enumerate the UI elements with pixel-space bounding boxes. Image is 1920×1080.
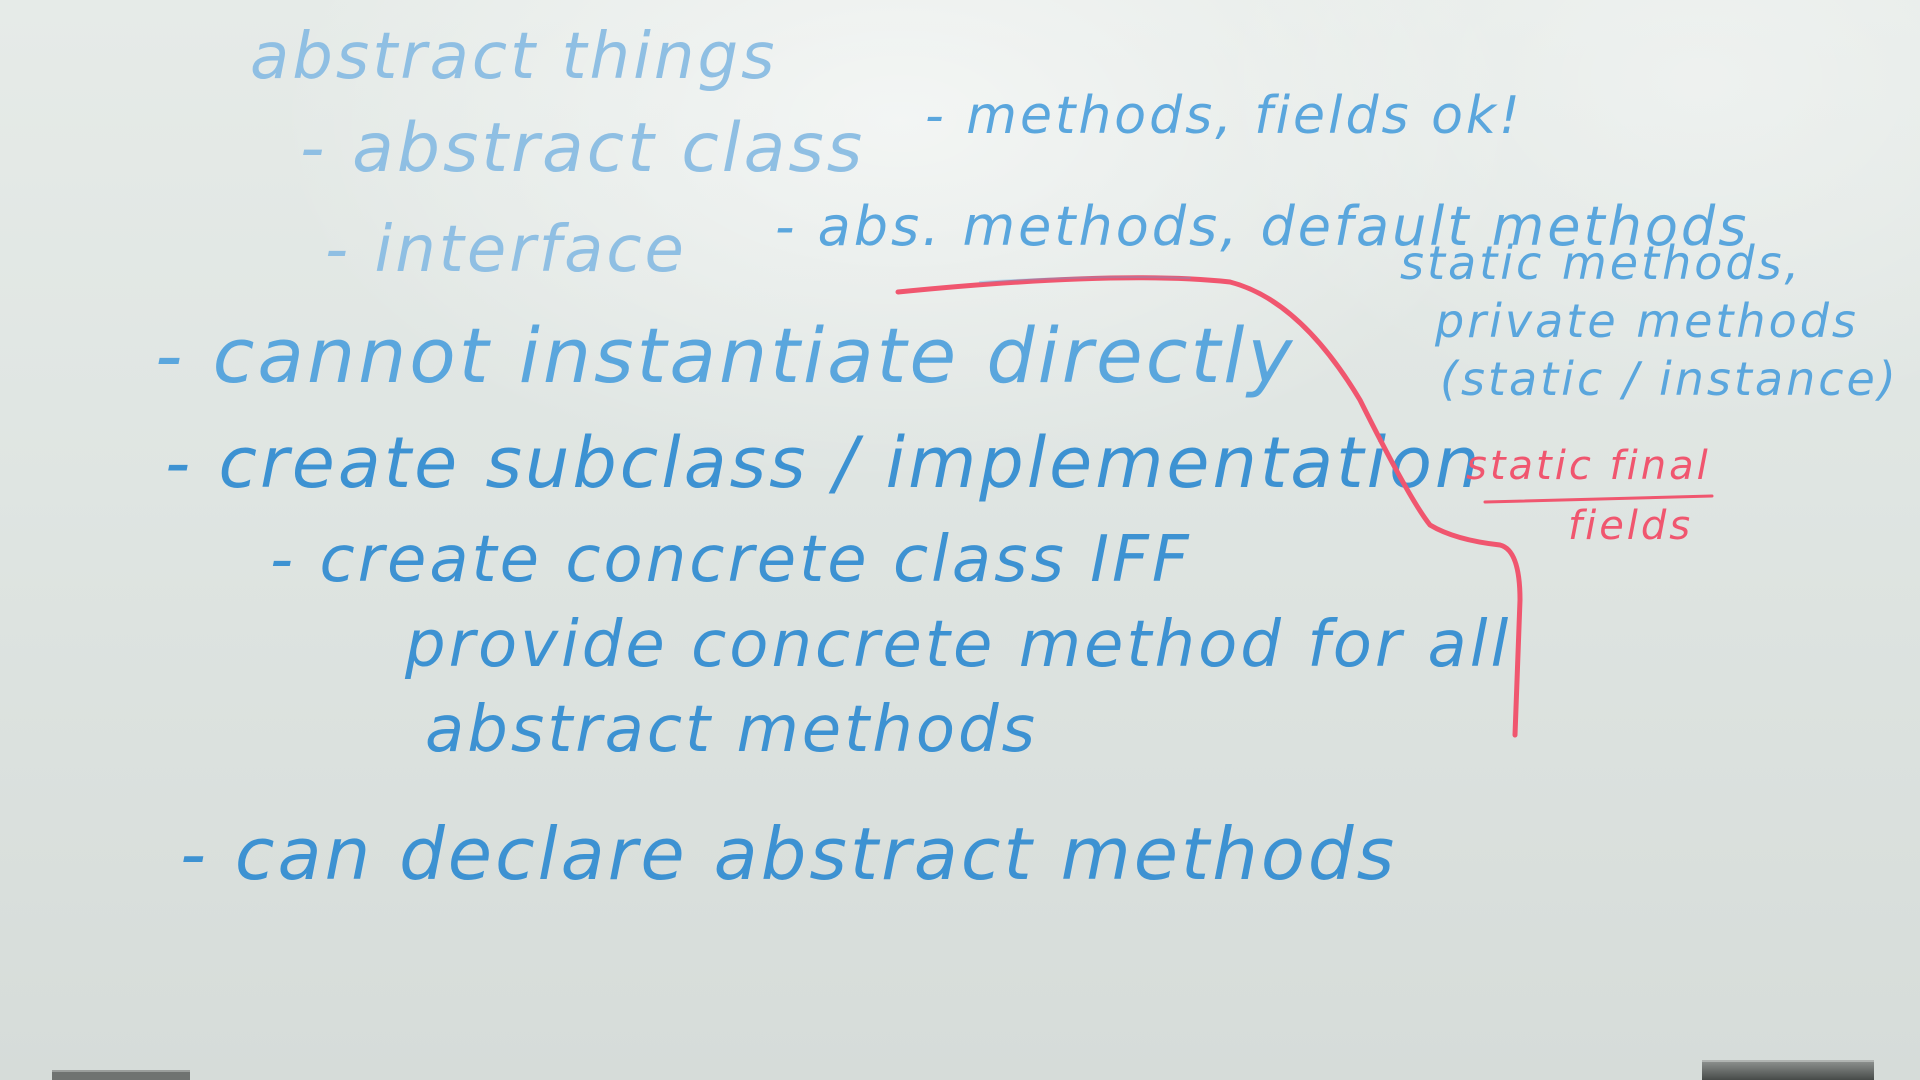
interface-note-static-instance: (static / instance) xyxy=(1440,352,1899,406)
concrete-class-line-3: abstract methods xyxy=(425,693,1038,767)
interface-label: - interface xyxy=(325,213,687,287)
abstract-class-label: - abstract class xyxy=(300,109,866,188)
concrete-class-line-1: - create concrete class IFF xyxy=(270,523,1192,597)
create-subclass-line: - create subclass / implementation xyxy=(165,422,1483,504)
heading-abstract-things: abstract things xyxy=(250,20,778,94)
eraser xyxy=(1702,1060,1874,1080)
red-note-underline xyxy=(1483,494,1714,504)
red-note-fields: fields xyxy=(1568,503,1694,549)
can-declare-line: - can declare abstract methods xyxy=(180,812,1398,896)
marker-tray-left xyxy=(52,1070,190,1080)
whiteboard: abstract things - abstract class - metho… xyxy=(0,0,1920,1080)
cannot-instantiate-line: - cannot instantiate directly xyxy=(155,311,1296,400)
concrete-class-line-2: provide concrete method for all xyxy=(405,608,1512,682)
interface-note-static-methods: static methods, xyxy=(1400,236,1803,290)
red-note-static-final: static final xyxy=(1466,443,1711,489)
abstract-class-note: - methods, fields ok! xyxy=(925,86,1523,146)
interface-note-private-methods: private methods xyxy=(1435,294,1859,348)
interface-note-underline xyxy=(979,276,1191,283)
